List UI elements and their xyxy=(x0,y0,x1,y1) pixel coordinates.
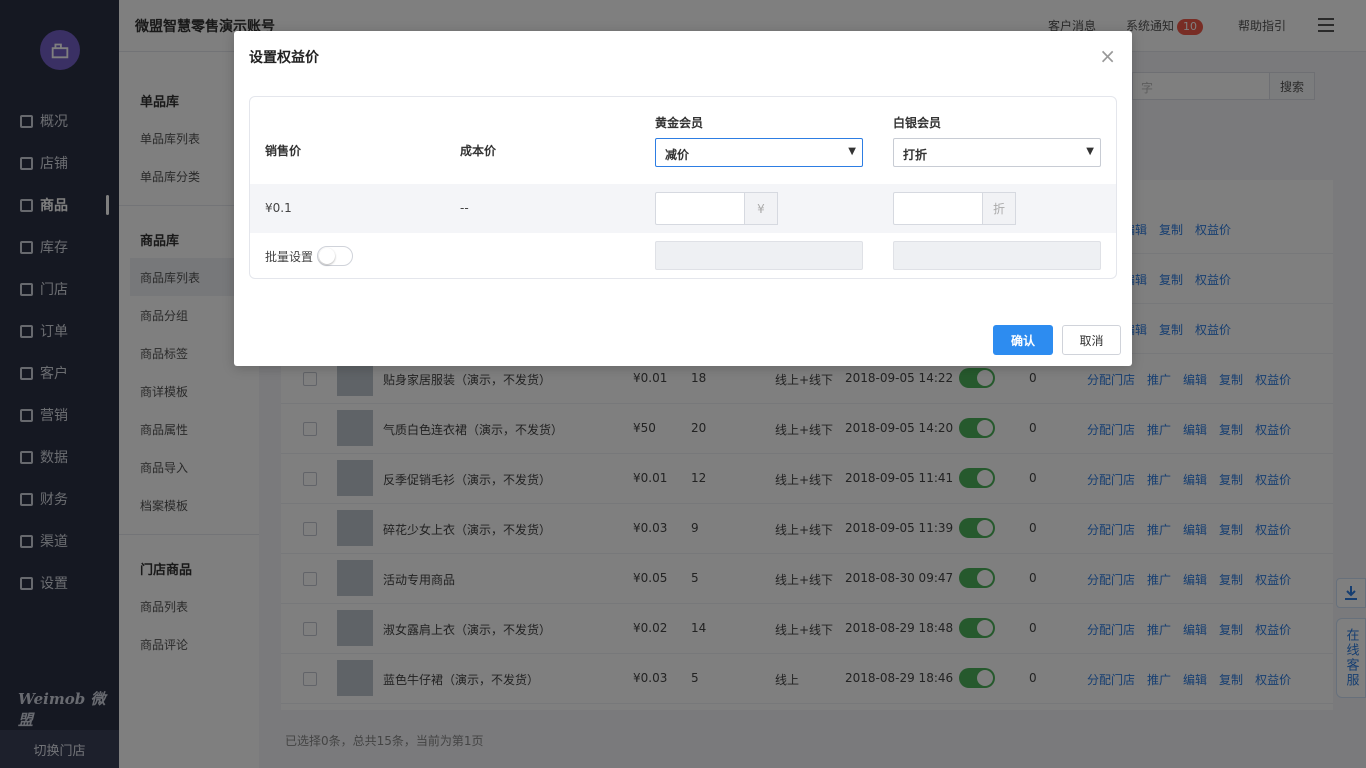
col-header-cost-price: 成本价 xyxy=(460,144,497,158)
cost-price-value: -- xyxy=(460,201,469,215)
gold-price-input[interactable] xyxy=(655,192,745,225)
silver-member-select[interactable]: 打折 ▼ xyxy=(893,138,1101,167)
silver-select-value: 打折 xyxy=(903,148,928,162)
col-header-silver-member: 白银会员 xyxy=(893,116,942,130)
silver-discount-input-group: 折 xyxy=(893,192,1016,225)
col-header-gold-member: 黄金会员 xyxy=(655,116,704,130)
silver-batch-input-disabled xyxy=(893,241,1101,270)
gold-member-select[interactable]: 减价 ▼ xyxy=(655,138,863,167)
batch-setting-label: 批量设置 xyxy=(265,250,314,264)
set-member-price-dialog: 设置权益价 × 销售价 成本价 黄金会员 白银会员 减价 ▼ 打折 ▼ ¥0.1 -… xyxy=(234,31,1132,366)
member-price-table: 销售价 成本价 黄金会员 白银会员 减价 ▼ 打折 ▼ ¥0.1 -- ¥ 折 批量… xyxy=(249,96,1117,279)
gold-select-value: 减价 xyxy=(665,148,690,162)
discount-addon: 折 xyxy=(983,192,1016,225)
app-root: 概况 店铺 商品 库存 门店 订单 客户 营销 数据 财务 渠道 设置 Weim… xyxy=(0,0,1366,768)
col-header-sale-price: 销售价 xyxy=(265,144,302,158)
price-row: ¥0.1 -- ¥ 折 xyxy=(250,184,1116,233)
sale-price-value: ¥0.1 xyxy=(265,201,292,215)
chevron-down-icon: ▼ xyxy=(1086,146,1094,157)
silver-discount-input[interactable] xyxy=(893,192,983,225)
yuan-addon: ¥ xyxy=(745,192,778,225)
batch-setting-toggle[interactable] xyxy=(317,246,353,266)
confirm-button[interactable]: 确认 xyxy=(993,325,1053,355)
gold-price-input-group: ¥ xyxy=(655,192,778,225)
chevron-down-icon: ▼ xyxy=(848,146,856,157)
close-icon[interactable]: × xyxy=(1099,46,1116,66)
gold-batch-input-disabled xyxy=(655,241,863,270)
cancel-button[interactable]: 取消 xyxy=(1062,325,1121,355)
dialog-title: 设置权益价 xyxy=(249,50,319,66)
